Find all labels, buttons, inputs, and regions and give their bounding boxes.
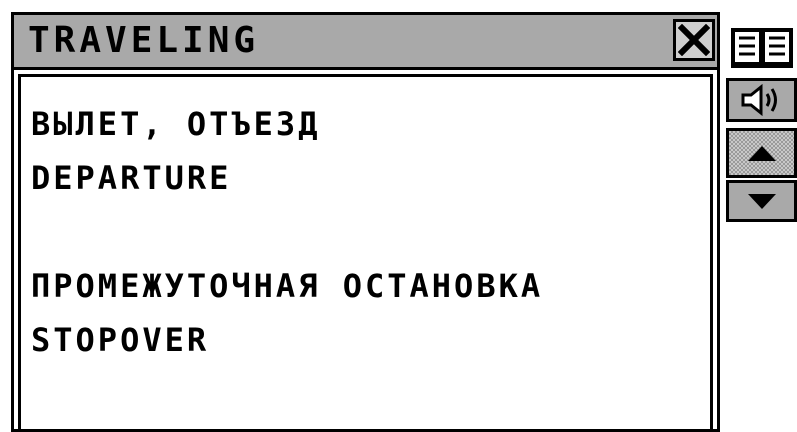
sidebar-toolbar — [726, 12, 797, 412]
phrase-content: ВЫЛЕТ, ОТЪЕЗД DEPARTURE ПРОМЕЖУТОЧНАЯ ОС… — [18, 74, 713, 429]
scroll-down-button[interactable] — [726, 180, 797, 222]
arrow-up-icon — [747, 146, 776, 161]
arrow-down-icon — [747, 194, 776, 209]
window-title: TRAVELING — [28, 20, 260, 61]
title-bar: TRAVELING — [14, 15, 717, 70]
phrase-line-russian-1: ВЫЛЕТ, ОТЪЕЗД — [31, 105, 321, 143]
speaker-icon — [741, 83, 777, 117]
close-button[interactable] — [673, 19, 715, 61]
book-button[interactable] — [726, 22, 797, 72]
phrase-line-russian-2: ПРОМЕЖУТОЧНАЯ ОСТАНОВКА — [31, 267, 544, 305]
scroll-up-button[interactable] — [726, 128, 797, 178]
sound-button[interactable] — [726, 78, 797, 122]
dictionary-window: TRAVELING ВЫЛЕТ, ОТЪЕЗД DEPARTURE ПРОМЕЖ… — [11, 12, 720, 432]
phrase-line-english-1: DEPARTURE — [31, 159, 232, 197]
phrase-line-english-2: STOPOVER — [31, 321, 210, 359]
book-icon — [730, 28, 793, 68]
close-icon — [678, 24, 710, 56]
